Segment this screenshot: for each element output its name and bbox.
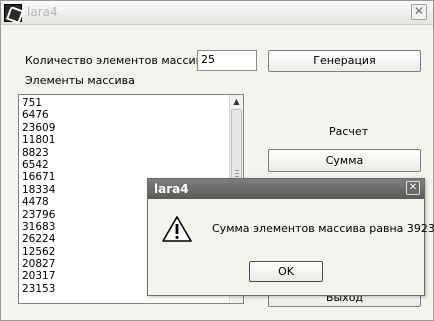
list-item[interactable]: 20317 (22, 270, 55, 282)
list-item[interactable]: 26224 (22, 233, 55, 245)
dialog-close-button[interactable]: ✕ (406, 181, 420, 195)
generate-button[interactable]: Генерация (268, 50, 421, 72)
window-title: lara4 (27, 5, 58, 19)
message-dialog: lara4 ✕ Сумма элементов массива равна 39… (147, 178, 434, 296)
list-item[interactable]: 23796 (22, 209, 55, 221)
window-close-button[interactable]: ✕ (411, 4, 427, 20)
list-item[interactable]: 23153 (22, 283, 55, 295)
list-item[interactable]: 20827 (22, 258, 55, 270)
list-item[interactable]: 12562 (22, 246, 55, 258)
list-item[interactable]: 11801 (22, 134, 55, 146)
grip-line (235, 173, 239, 174)
list-item[interactable]: 6542 (22, 159, 55, 171)
list-item[interactable]: 8823 (22, 147, 55, 159)
list-item[interactable]: 751 (22, 97, 55, 109)
count-label: Количество элементов массива (25, 54, 209, 67)
elements-label: Элементы массива (25, 74, 135, 87)
app-icon (4, 4, 22, 22)
list-item[interactable]: 4478 (22, 196, 55, 208)
list-item[interactable]: 6476 (22, 109, 55, 121)
ok-button[interactable]: OK (249, 261, 323, 282)
dialog-title-bar[interactable]: lara4 ✕ (148, 179, 424, 199)
list-item[interactable]: 16671 (22, 171, 55, 183)
list-item[interactable]: 31683 (22, 221, 55, 233)
title-bar[interactable]: lara4 ✕ (1, 1, 433, 25)
grip-line (235, 176, 239, 177)
count-input[interactable]: 25 (197, 50, 257, 71)
sum-button[interactable]: Сумма (268, 149, 421, 172)
list-item[interactable]: 18334 (22, 184, 55, 196)
warning-icon (162, 216, 192, 242)
list-items: 751 6476 23609 11801 8823 6542 16671 183… (22, 97, 55, 295)
scroll-up-arrow-icon[interactable]: ▲ (230, 95, 243, 109)
calc-label: Расчет (329, 125, 369, 138)
dialog-message: Сумма элементов массива равна 392332 (212, 222, 434, 235)
dialog-title: lara4 (154, 182, 189, 196)
grip-line (235, 170, 239, 171)
list-item[interactable]: 23609 (22, 122, 55, 134)
